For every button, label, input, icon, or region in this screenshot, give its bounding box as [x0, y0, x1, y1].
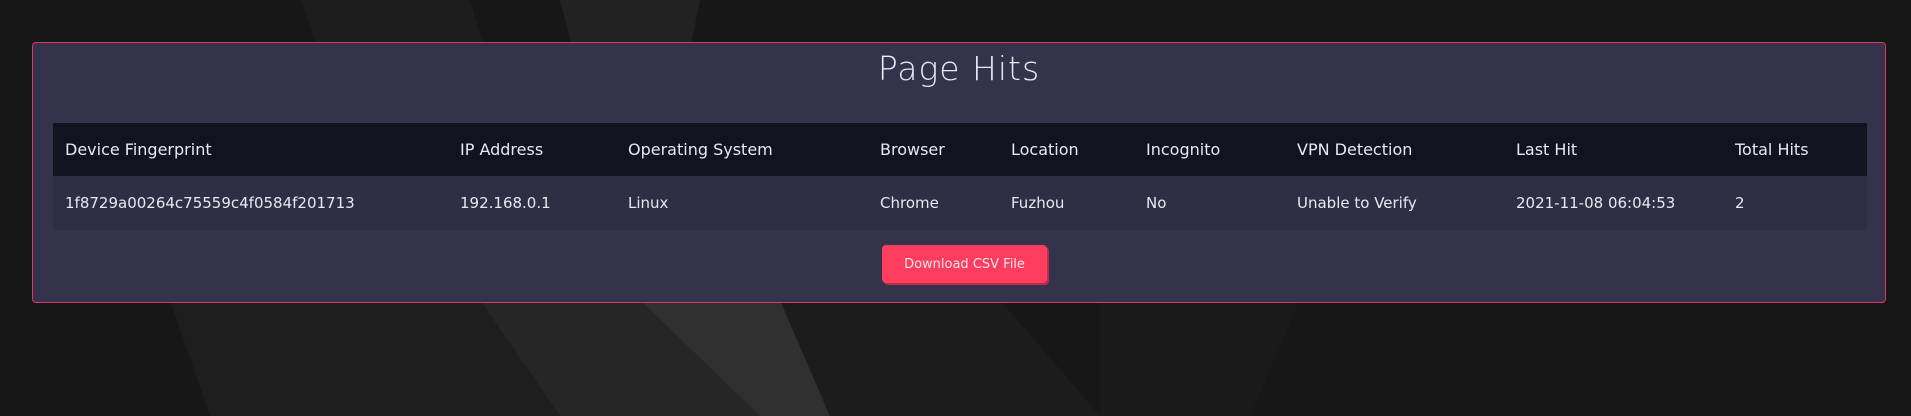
cell-last-hit: 2021-11-08 06:04:53: [1516, 194, 1676, 212]
column-header-incognito: Incognito: [1146, 140, 1221, 159]
column-header-total-hits: Total Hits: [1735, 140, 1809, 159]
column-header-browser: Browser: [880, 140, 945, 159]
download-csv-button[interactable]: Download CSV File: [882, 245, 1047, 283]
column-header-ip-address: IP Address: [460, 140, 544, 159]
page-title: Page Hits: [877, 49, 1041, 88]
column-header-device-fingerprint: Device Fingerprint: [65, 140, 212, 159]
page-hits-panel: Page Hits Device Fingerprint IP Address …: [32, 42, 1886, 303]
column-header-vpn-detection: VPN Detection: [1297, 140, 1413, 159]
cell-location: Fuzhou: [1011, 194, 1065, 212]
cell-incognito: No: [1146, 194, 1167, 212]
cell-browser: Chrome: [880, 194, 939, 212]
cell-total-hits: 2: [1735, 194, 1745, 212]
cell-ip-address: 192.168.0.1: [460, 194, 551, 212]
cell-operating-system: Linux: [628, 194, 669, 212]
table-header-row: Device Fingerprint IP Address Operating …: [53, 123, 1867, 176]
cell-device-fingerprint: 1f8729a00264c75559c4f0584f201713: [65, 194, 355, 212]
column-header-location: Location: [1011, 140, 1079, 159]
table-row: 1f8729a00264c75559c4f0584f201713 192.168…: [53, 176, 1867, 230]
column-header-operating-system: Operating System: [628, 140, 773, 159]
column-header-last-hit: Last Hit: [1516, 140, 1578, 159]
cell-vpn-detection: Unable to Verify: [1297, 194, 1417, 212]
hits-table: Device Fingerprint IP Address Operating …: [53, 123, 1867, 230]
